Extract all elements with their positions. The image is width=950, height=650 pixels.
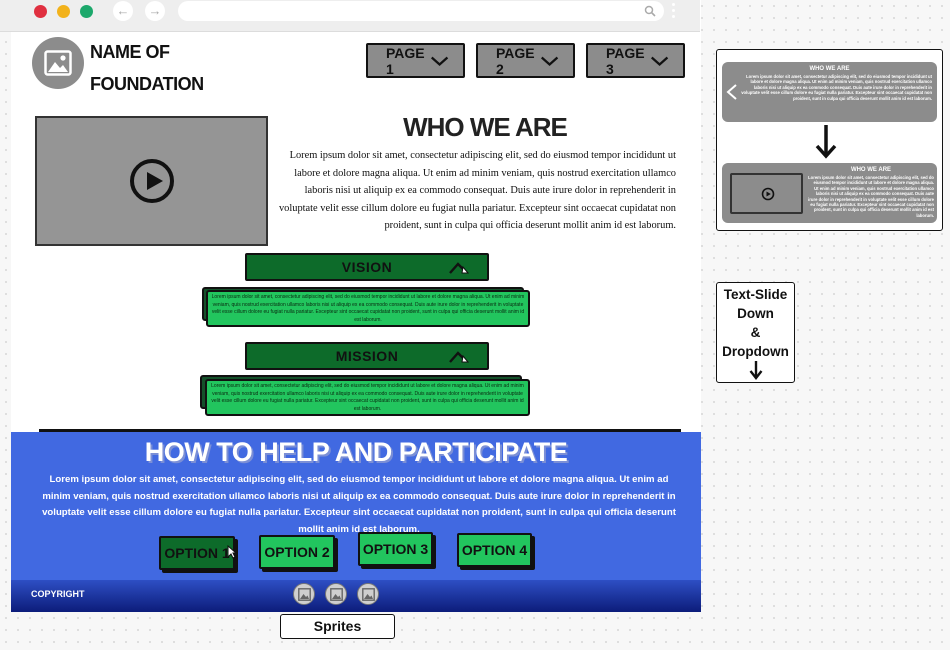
brand-line-2: FOUNDATION (90, 74, 204, 94)
play-button[interactable] (130, 159, 174, 203)
mission-text: Lorem ipsum dolor sit amet, consectetur … (211, 383, 524, 412)
browser-toolbar: ← → (0, 0, 700, 32)
browser-menu-icon[interactable] (672, 3, 676, 21)
arrow-down-icon (815, 125, 837, 159)
help-section: HOW TO HELP AND PARTICIPATE Lorem ipsum … (11, 432, 701, 612)
option-4-button[interactable]: OPTION 4 (457, 533, 532, 567)
social-sprite-2[interactable] (325, 583, 347, 605)
search-icon (644, 5, 656, 17)
vision-panel: Lorem ipsum dolor sit amet, consectetur … (206, 290, 530, 327)
chevron-up-icon (449, 351, 469, 363)
image-icon (362, 588, 375, 601)
play-icon (761, 187, 775, 201)
who-we-are-heading: WHO WE ARE (403, 112, 568, 142)
chevron-down-icon (650, 56, 669, 66)
address-bar[interactable] (178, 1, 664, 21)
maximize-window-button[interactable] (80, 5, 93, 18)
nav-page-1-dropdown[interactable]: PAGE 1 (366, 43, 465, 78)
play-icon (147, 172, 163, 190)
option-3-label: OPTION 3 (362, 541, 429, 557)
slide-preview-annotation: WHO WE ARE Lorem ipsum dolor sit amet, c… (716, 49, 943, 231)
text-slide-dropdown-note: Text-Slide Down & Dropdown (716, 282, 795, 383)
nav-page-1-label: PAGE 1 (386, 44, 425, 77)
video-player[interactable] (35, 116, 268, 246)
option-2-label: OPTION 2 (264, 544, 330, 560)
image-icon (298, 588, 311, 601)
note-line-3: & (750, 325, 761, 340)
image-icon (330, 588, 343, 601)
logo-image-placeholder[interactable] (32, 37, 84, 89)
forward-arrow-icon[interactable]: → (145, 1, 165, 21)
option-1-button[interactable]: OPTION 1 (159, 536, 235, 570)
chevron-down-icon (430, 56, 449, 66)
foundation-name: NAME OF FOUNDATION (90, 36, 204, 100)
chevron-down-icon (540, 56, 559, 66)
nav-page-3-dropdown[interactable]: PAGE 3 (586, 43, 685, 78)
who-we-are-text: Lorem ipsum dolor sit amet, consectetur … (278, 150, 676, 231)
copyright-text: COPYRIGHT (31, 589, 85, 599)
vision-text: Lorem ipsum dolor sit amet, consectetur … (211, 294, 525, 323)
chevron-up-icon (449, 262, 469, 274)
help-heading: HOW TO HELP AND PARTICIPATE (144, 437, 568, 467)
sprites-annotation: Sprites (280, 614, 395, 639)
cursor-icon (227, 545, 237, 559)
preview-card-collapsed: WHO WE ARE Lorem ipsum dolor sit amet, c… (722, 62, 937, 122)
footer (11, 580, 701, 612)
preview-video-thumb (730, 173, 803, 214)
social-sprite-3[interactable] (357, 583, 379, 605)
note-line-4: Dropdown (722, 344, 789, 359)
preview-card-expanded: WHO WE ARE Lorem ipsum dolor sit amet, c… (722, 163, 937, 223)
image-icon (44, 50, 72, 76)
option-2-button[interactable]: OPTION 2 (259, 535, 335, 569)
mission-label: MISSION (335, 348, 399, 364)
close-window-button[interactable] (34, 5, 47, 18)
mission-panel: Lorem ipsum dolor sit amet, consectetur … (205, 379, 530, 416)
brand-line-1: NAME OF (90, 42, 170, 62)
help-text: Lorem ipsum dolor sit amet, consectetur … (42, 474, 676, 535)
nav-page-2-dropdown[interactable]: PAGE 2 (476, 43, 575, 78)
preview-text: Lorem ipsum dolor sit amet, consectetur … (741, 74, 932, 101)
social-sprite-1[interactable] (293, 583, 315, 605)
minimize-window-button[interactable] (57, 5, 70, 18)
note-line-1: Text-Slide (723, 287, 788, 302)
option-4-label: OPTION 4 (461, 542, 528, 558)
chevron-left-icon (726, 84, 737, 100)
preview-text: Lorem ipsum dolor sit amet, consectetur … (808, 175, 934, 218)
arrow-down-icon (749, 361, 762, 380)
option-1-label: OPTION 1 (164, 545, 230, 561)
back-arrow-icon[interactable]: ← (113, 1, 133, 21)
mission-accordion-header[interactable]: MISSION (245, 342, 489, 370)
option-3-button[interactable]: OPTION 3 (358, 532, 433, 566)
preview-expanded-text: WHO WE ARE Lorem ipsum dolor sit amet, c… (808, 163, 934, 218)
vision-accordion-header[interactable]: VISION (245, 253, 489, 281)
nav-page-3-label: PAGE 3 (606, 44, 645, 77)
nav-page-2-label: PAGE 2 (496, 44, 535, 77)
note-line-2: Down (737, 306, 774, 321)
vision-label: VISION (341, 259, 393, 275)
